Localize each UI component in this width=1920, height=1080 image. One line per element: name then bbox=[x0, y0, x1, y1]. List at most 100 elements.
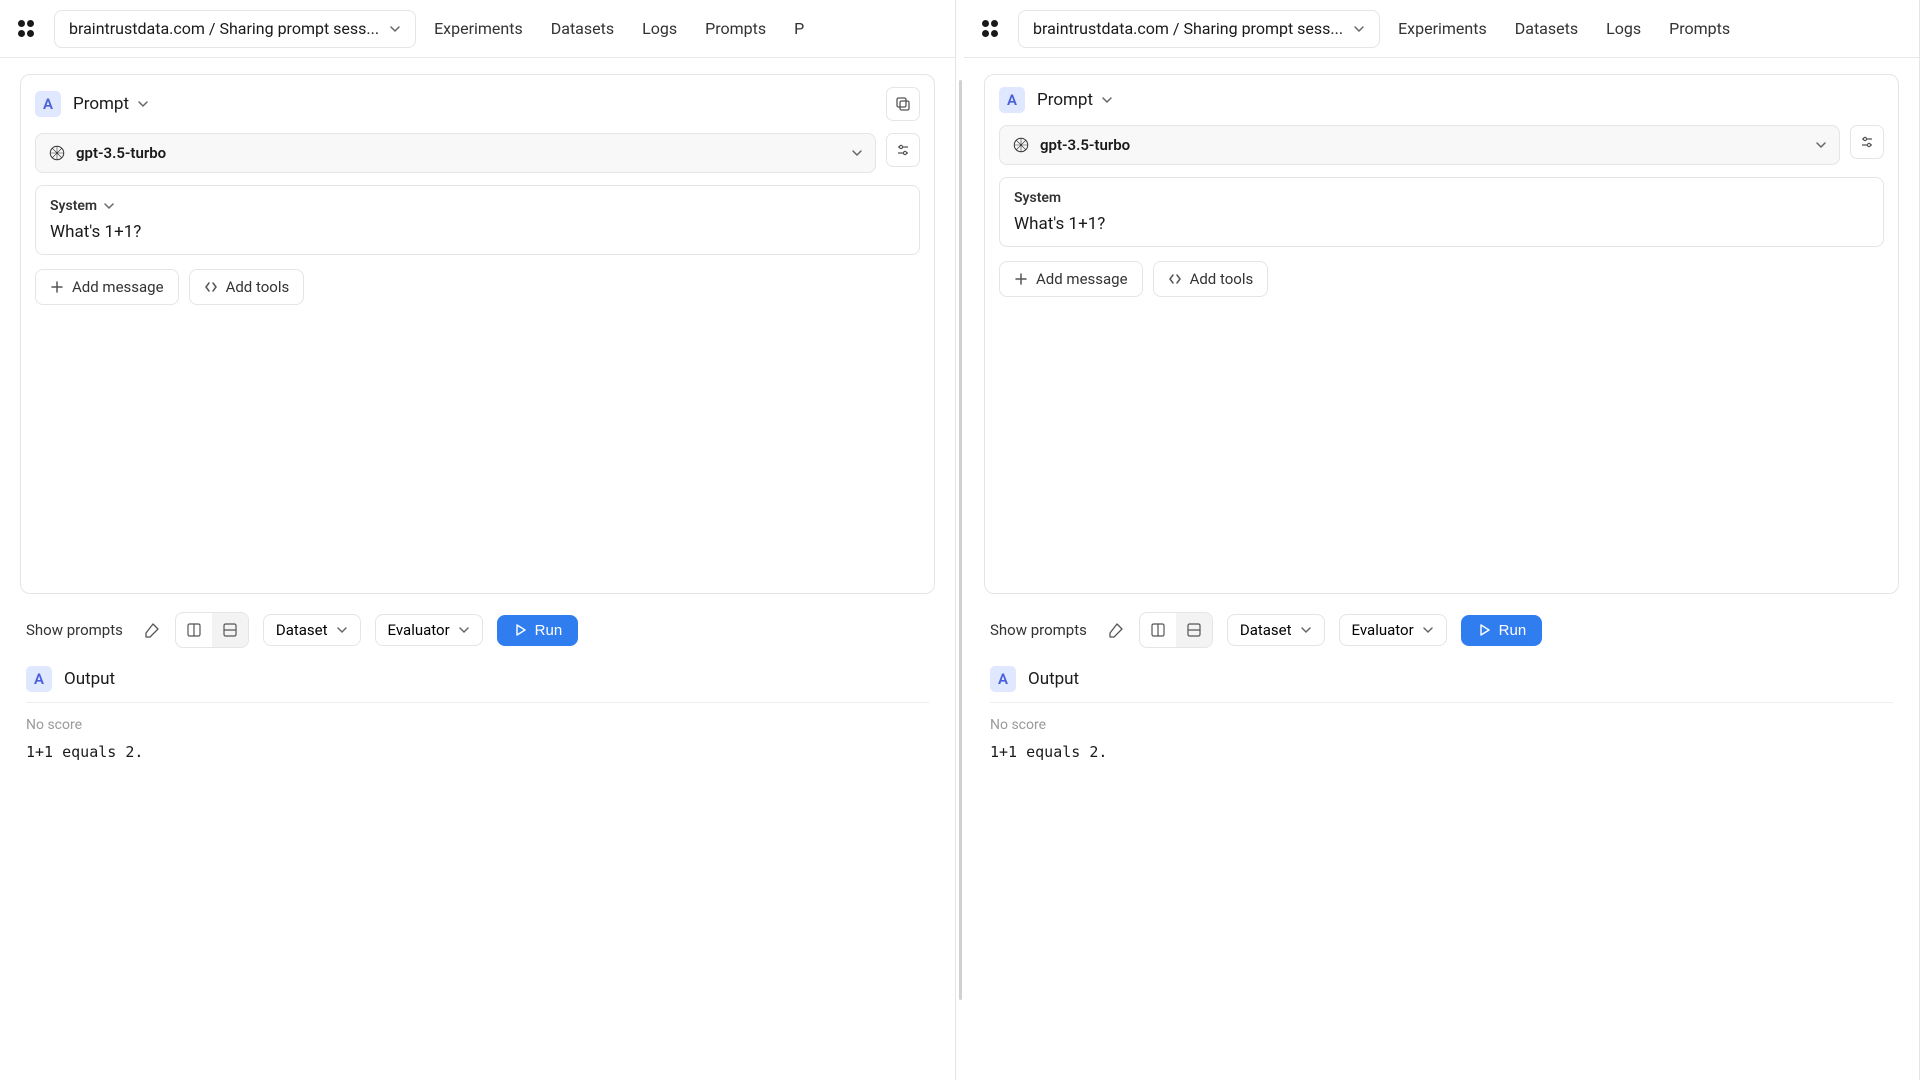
settings-button[interactable] bbox=[1850, 125, 1884, 159]
prompt-title-dropdown[interactable]: Prompt bbox=[73, 94, 149, 114]
dataset-label: Dataset bbox=[1240, 621, 1292, 639]
model-name: gpt-3.5-turbo bbox=[1040, 136, 1130, 154]
run-label: Run bbox=[535, 622, 563, 639]
session-badge: A bbox=[990, 666, 1016, 692]
output-text: 1+1 equals 2. bbox=[990, 743, 1893, 761]
output-header: A Output bbox=[990, 666, 1893, 692]
code-icon bbox=[1168, 272, 1182, 286]
prompt-card-header: A Prompt bbox=[985, 75, 1898, 125]
splitter-handle[interactable] bbox=[956, 0, 964, 1080]
chevron-down-icon bbox=[1353, 23, 1365, 35]
system-message-text[interactable]: What's 1+1? bbox=[50, 222, 905, 242]
show-prompts-label[interactable]: Show prompts bbox=[26, 621, 123, 639]
chevron-down-icon bbox=[1815, 139, 1827, 151]
output-title: Output bbox=[1028, 669, 1079, 689]
nav-prompts[interactable]: Prompts bbox=[1669, 19, 1730, 38]
nav-logs[interactable]: Logs bbox=[642, 19, 677, 38]
prompt-actions: Add message Add tools bbox=[985, 247, 1898, 311]
add-tools-button[interactable]: Add tools bbox=[1153, 261, 1269, 297]
output-no-score: No score bbox=[990, 717, 1893, 733]
left-pane: braintrustdata.com / Sharing prompt sess… bbox=[0, 0, 956, 1080]
prompt-card-header: A Prompt bbox=[21, 75, 934, 133]
nav-extra[interactable]: P bbox=[794, 19, 804, 38]
nav-datasets[interactable]: Datasets bbox=[551, 19, 614, 38]
evaluator-label: Evaluator bbox=[1352, 621, 1414, 639]
copy-button[interactable] bbox=[886, 87, 920, 121]
play-icon bbox=[1477, 623, 1491, 637]
role-selector[interactable]: System bbox=[50, 198, 905, 214]
layout-vertical-button[interactable] bbox=[1140, 613, 1176, 647]
nav-experiments[interactable]: Experiments bbox=[434, 19, 523, 38]
output-header: A Output bbox=[26, 666, 929, 692]
breadcrumb-selector[interactable]: braintrustdata.com / Sharing prompt sess… bbox=[1018, 10, 1380, 48]
role-label: System bbox=[1014, 190, 1061, 206]
model-selector[interactable]: gpt-3.5-turbo bbox=[35, 133, 876, 173]
chevron-down-icon bbox=[336, 624, 348, 636]
model-row: gpt-3.5-turbo bbox=[985, 125, 1898, 177]
play-icon bbox=[513, 623, 527, 637]
system-message-block[interactable]: System What's 1+1? bbox=[999, 177, 1884, 247]
prompt-title-dropdown[interactable]: Prompt bbox=[1037, 90, 1113, 110]
evaluator-dropdown[interactable]: Evaluator bbox=[1339, 614, 1447, 646]
add-message-button[interactable]: Add message bbox=[35, 269, 179, 305]
run-button[interactable]: Run bbox=[1461, 615, 1543, 646]
role-label: System bbox=[50, 198, 97, 214]
layout-vertical-button[interactable] bbox=[176, 613, 212, 647]
plus-icon bbox=[1014, 272, 1028, 286]
chevron-down-icon bbox=[103, 200, 115, 212]
output-text: 1+1 equals 2. bbox=[26, 743, 929, 761]
output-title: Output bbox=[64, 669, 115, 689]
model-name: gpt-3.5-turbo bbox=[76, 144, 166, 162]
rows-icon bbox=[222, 622, 238, 638]
chevron-down-icon bbox=[389, 23, 401, 35]
dataset-dropdown[interactable]: Dataset bbox=[1227, 614, 1325, 646]
model-row: gpt-3.5-turbo bbox=[21, 133, 934, 185]
layout-horizontal-button[interactable] bbox=[212, 613, 248, 647]
show-prompts-label[interactable]: Show prompts bbox=[990, 621, 1087, 639]
copy-icon bbox=[895, 96, 911, 112]
session-badge: A bbox=[35, 91, 61, 117]
breadcrumb-selector[interactable]: braintrustdata.com / Sharing prompt sess… bbox=[54, 10, 416, 48]
divider bbox=[26, 702, 929, 703]
prompt-actions: Add message Add tools bbox=[21, 255, 934, 319]
run-button[interactable]: Run bbox=[497, 615, 579, 646]
settings-button[interactable] bbox=[886, 133, 920, 167]
dataset-dropdown[interactable]: Dataset bbox=[263, 614, 361, 646]
system-message-text[interactable]: What's 1+1? bbox=[1014, 214, 1869, 234]
output-no-score: No score bbox=[26, 717, 929, 733]
sliders-icon bbox=[895, 142, 911, 158]
nav-prompts[interactable]: Prompts bbox=[705, 19, 766, 38]
chevron-down-icon bbox=[1422, 624, 1434, 636]
chevron-down-icon bbox=[458, 624, 470, 636]
eraser-icon[interactable] bbox=[1107, 621, 1125, 639]
add-tools-button[interactable]: Add tools bbox=[189, 269, 305, 305]
system-message-block[interactable]: System What's 1+1? bbox=[35, 185, 920, 255]
output-section: A Output No score 1+1 equals 2. bbox=[20, 660, 935, 767]
nav-experiments[interactable]: Experiments bbox=[1398, 19, 1487, 38]
logo-icon[interactable] bbox=[18, 20, 36, 38]
rows-icon bbox=[1186, 622, 1202, 638]
logo-icon[interactable] bbox=[982, 20, 1000, 38]
nav-datasets[interactable]: Datasets bbox=[1515, 19, 1578, 38]
divider bbox=[990, 702, 1893, 703]
prompt-title: Prompt bbox=[1037, 90, 1093, 110]
evaluator-dropdown[interactable]: Evaluator bbox=[375, 614, 483, 646]
add-message-label: Add message bbox=[72, 278, 164, 296]
nav-logs[interactable]: Logs bbox=[1606, 19, 1641, 38]
chevron-down-icon bbox=[1300, 624, 1312, 636]
prompt-card: A Prompt gpt-3.5-turbo bbox=[20, 74, 935, 594]
output-section: A Output No score 1+1 equals 2. bbox=[984, 660, 1899, 767]
openai-icon bbox=[48, 144, 66, 162]
prompt-card: A Prompt gpt-3.5-turbo bbox=[984, 74, 1899, 594]
openai-icon bbox=[1012, 136, 1030, 154]
add-tools-label: Add tools bbox=[226, 278, 290, 296]
layout-horizontal-button[interactable] bbox=[1176, 613, 1212, 647]
model-selector[interactable]: gpt-3.5-turbo bbox=[999, 125, 1840, 165]
add-message-button[interactable]: Add message bbox=[999, 261, 1143, 297]
breadcrumb: braintrustdata.com / Sharing prompt sess… bbox=[1033, 19, 1343, 38]
columns-icon bbox=[1150, 622, 1166, 638]
toolbar: Show prompts Dataset Evaluator Run bbox=[984, 594, 1899, 660]
session-badge: A bbox=[26, 666, 52, 692]
eraser-icon[interactable] bbox=[143, 621, 161, 639]
columns-icon bbox=[186, 622, 202, 638]
